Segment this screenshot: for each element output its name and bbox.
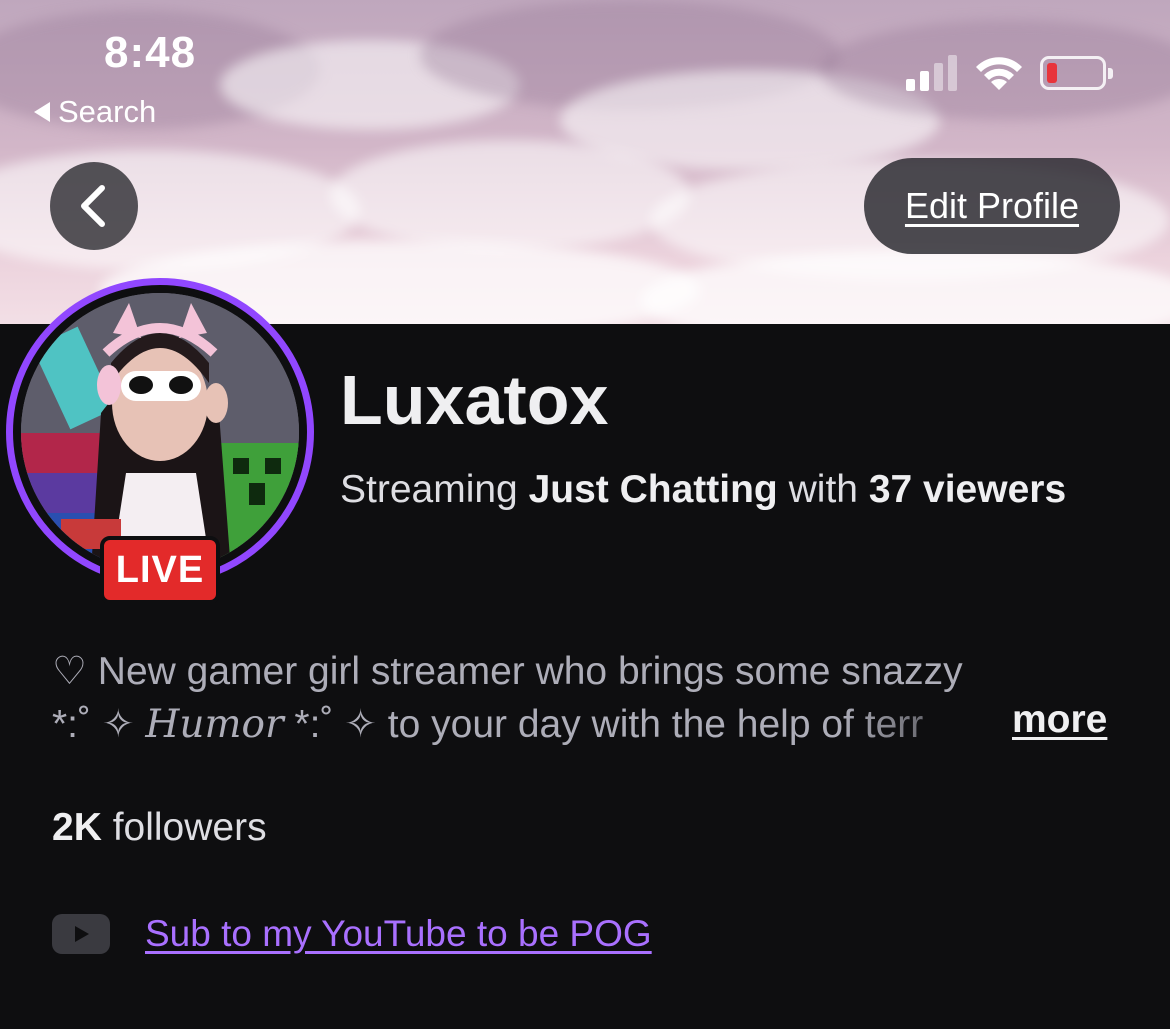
bio-sparkle-a: *:˚ ✧ (52, 703, 146, 746)
live-badge: LIVE (100, 536, 220, 604)
stream-prefix: Streaming (340, 468, 518, 511)
wifi-icon (976, 57, 1022, 90)
bio-humor-text: Humor (145, 702, 284, 747)
stream-middle: with (788, 468, 858, 511)
viewer-count: 37 viewers (868, 468, 1067, 511)
status-time: 8:48 (104, 28, 197, 77)
cellular-signal-icon (906, 55, 957, 91)
follower-label: followers (112, 806, 267, 849)
back-triangle-icon (34, 102, 50, 122)
bio-sparkle-b: *:˚ ✧ to your day with the help of terr (283, 703, 924, 746)
youtube-link[interactable]: Sub to my YouTube to be POG (145, 913, 652, 955)
bio-line-2: *:˚ ✧ Humor *:˚ ✧ to your day with the h… (52, 698, 1012, 751)
edit-profile-button[interactable]: Edit Profile (864, 158, 1120, 254)
status-back-label: Search (58, 94, 157, 129)
bio-more-link[interactable]: more (1012, 698, 1107, 742)
bio-line-1: ♡ New gamer girl streamer who brings som… (52, 650, 963, 693)
profile-page: 8:48 Search Edit Profile LIVE Luxatox St… (0, 0, 1170, 1029)
follower-count: 2K followers (52, 806, 267, 850)
youtube-icon (52, 914, 110, 954)
status-back-to-app[interactable]: Search (34, 94, 156, 130)
profile-banner: 8:48 Search Edit Profile (0, 0, 1170, 324)
stream-category[interactable]: Just Chatting (529, 468, 778, 511)
battery-level (1047, 63, 1057, 83)
follower-number: 2K (52, 806, 102, 849)
chevron-left-icon (81, 185, 105, 227)
avatar[interactable] (21, 293, 299, 571)
battery-icon (1040, 56, 1113, 90)
channel-bio: ♡ New gamer girl streamer who brings som… (52, 645, 1122, 751)
avatar-image (21, 293, 299, 571)
channel-name: Luxatox (340, 361, 609, 439)
back-button[interactable] (50, 162, 138, 250)
stream-status[interactable]: Streaming Just Chatting with 37 viewers (340, 468, 1066, 512)
